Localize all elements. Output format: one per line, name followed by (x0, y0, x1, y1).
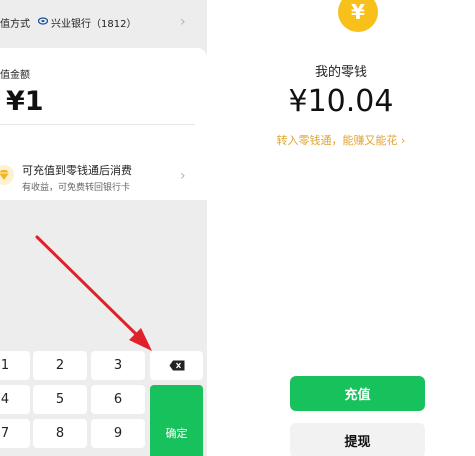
bank-icon (38, 17, 48, 25)
wallet-title: 我的零钱 (314, 65, 367, 80)
confirm-label: 确定 (165, 427, 188, 440)
topup-screen: 值方式 兴业银行（1812） › 值金额 ¥1 可充值到零钱通后消费 有收益，可… (0, 0, 207, 456)
amount-card: 值金额 ¥1 可充值到零钱通后消费 有收益，可免费转回银行卡 › (0, 48, 207, 200)
payment-method-row[interactable]: 值方式 兴业银行（1812） › (0, 0, 207, 44)
key-8[interactable]: 8 (33, 419, 87, 448)
coin-symbol: ¥ (351, 0, 365, 24)
diamond-icon (0, 165, 14, 185)
amount-input[interactable]: ¥1 (6, 86, 44, 117)
tip-subtitle: 有收益，可免费转回银行卡 (22, 183, 131, 193)
payment-method-label: 值方式 (0, 19, 30, 30)
withdraw-button[interactable]: 提现 (290, 423, 425, 456)
chevron-right-icon: › (180, 168, 186, 184)
divider (0, 124, 195, 125)
wallet-balance: ¥10.04 (288, 84, 394, 119)
confirm-button[interactable]: 确定 (150, 385, 203, 456)
key-1[interactable]: 1 (0, 351, 30, 380)
wallet-screen: ¥ 我的零钱 ¥10.04 转入零钱通，能赚又能花 › 充值 提现 (207, 0, 475, 456)
bank-name: 兴业银行（1812） (51, 19, 137, 30)
backspace-key[interactable] (150, 351, 203, 380)
lingqiantong-promo-link[interactable]: 转入零钱通，能赚又能花 › (207, 132, 475, 148)
yuan-coin-icon: ¥ (338, 0, 378, 32)
tip-title: 可充值到零钱通后消费 (22, 164, 132, 177)
key-4[interactable]: 4 (0, 385, 30, 414)
key-7[interactable]: 7 (0, 419, 30, 448)
key-9[interactable]: 9 (91, 419, 145, 448)
withdraw-label: 提现 (344, 435, 371, 450)
key-2[interactable]: 2 (33, 351, 87, 380)
key-3[interactable]: 3 (91, 351, 145, 380)
chevron-right-icon: › (180, 14, 186, 30)
backspace-icon (169, 360, 184, 371)
recharge-label: 充值 (344, 388, 371, 403)
key-6[interactable]: 6 (91, 385, 145, 414)
key-5[interactable]: 5 (33, 385, 87, 414)
recharge-button[interactable]: 充值 (290, 376, 425, 411)
amount-label: 值金额 (0, 70, 30, 81)
